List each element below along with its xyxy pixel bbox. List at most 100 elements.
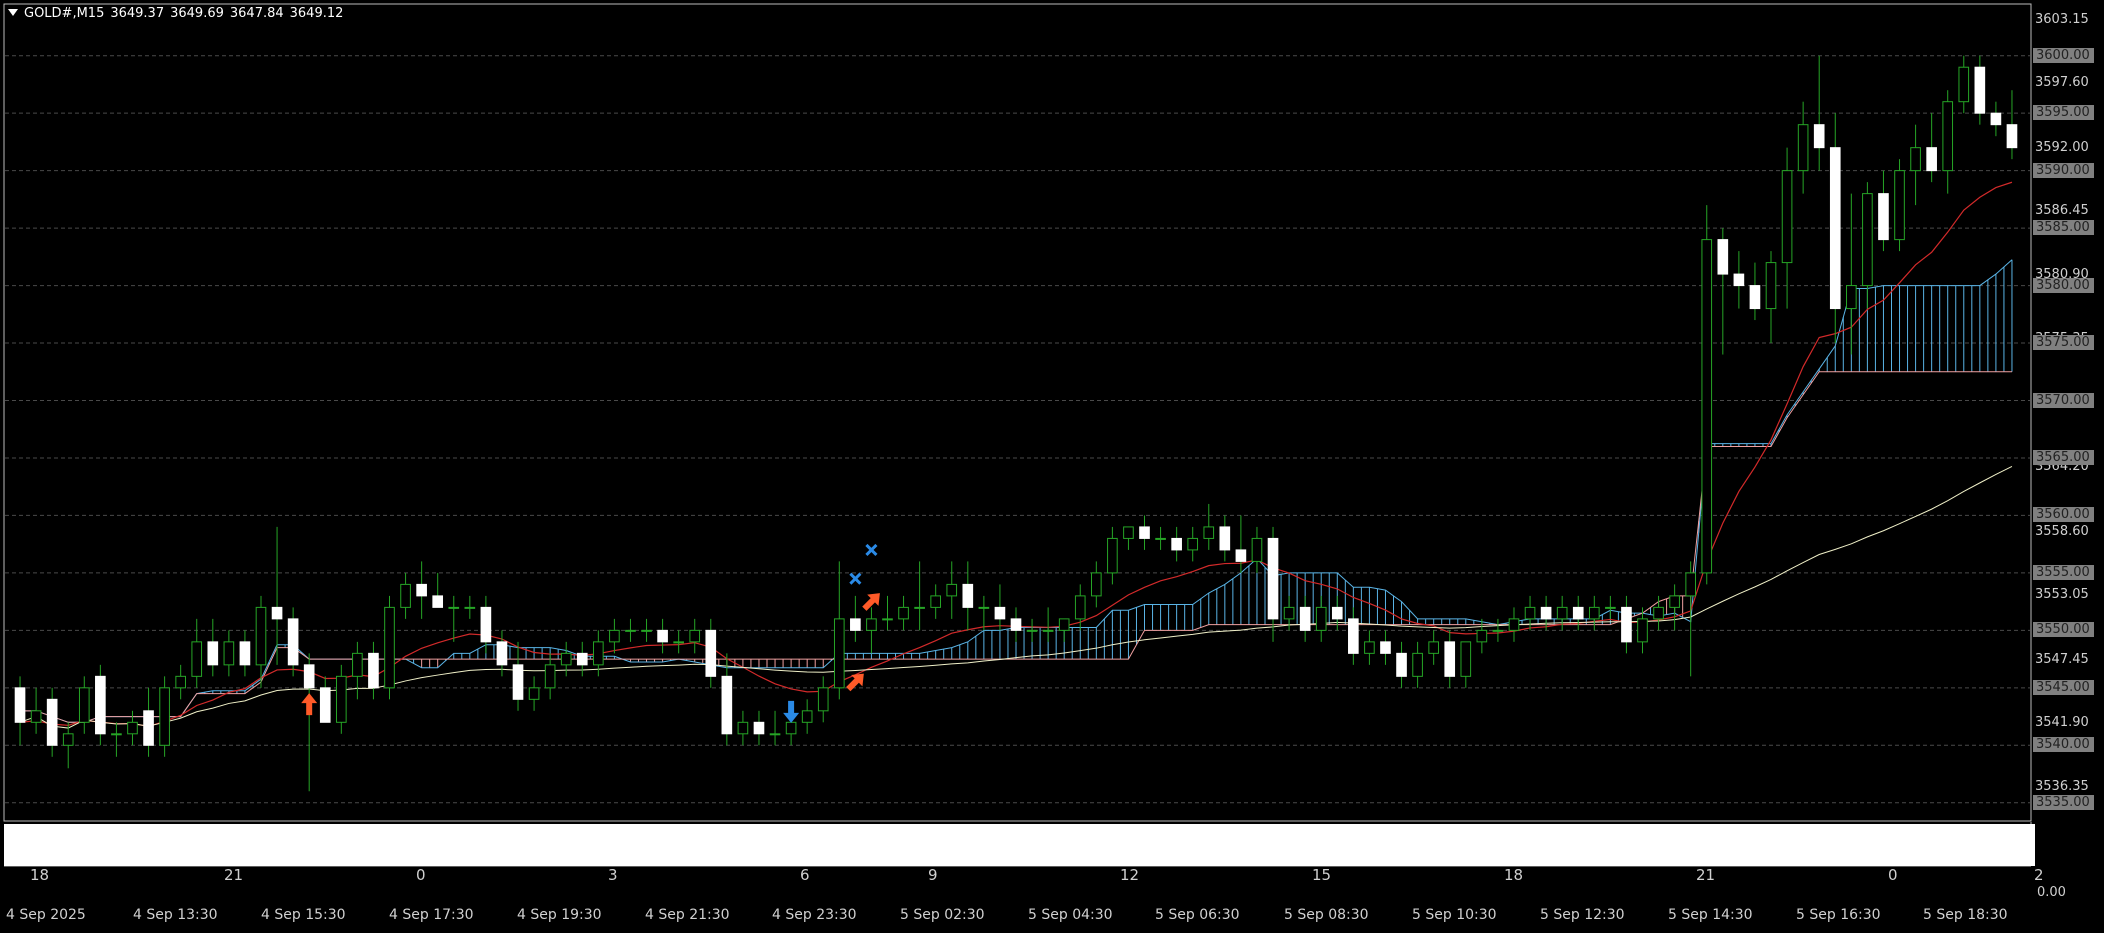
time-hour-label: 6: [800, 866, 810, 884]
candle: [1412, 641, 1423, 688]
candle-body-bear: [1235, 549, 1247, 562]
time-date-label: 4 Sep 17:30: [389, 907, 474, 923]
candle: [1974, 55, 1986, 125]
time-date-label: 5 Sep 16:30: [1796, 907, 1881, 923]
candle: [657, 618, 668, 654]
candle-body-bear: [1299, 606, 1311, 631]
candle-body-bear: [303, 664, 315, 689]
candle: [978, 595, 990, 631]
price-chart[interactable]: [0, 0, 2104, 933]
indicator-subwindow[interactable]: [4, 824, 2035, 866]
candle-body-bear: [271, 606, 283, 620]
candle-body-bull: [1155, 537, 1166, 540]
candle: [464, 595, 476, 619]
candle-body-bear: [705, 629, 717, 677]
candle-body-bull: [1910, 147, 1921, 172]
candle: [817, 676, 829, 723]
candle-body-bear: [721, 675, 733, 735]
price-scale-label: 3558.60: [2035, 523, 2089, 539]
candle-body-bull: [1026, 629, 1038, 632]
candle-body-bull: [1058, 618, 1070, 631]
candle: [1862, 182, 1873, 309]
candle: [1926, 113, 1937, 183]
candle-body-bull: [785, 721, 797, 735]
candle: [673, 630, 684, 654]
price-level-label: 3570.00: [2033, 392, 2094, 408]
candle-body-bull: [1412, 652, 1423, 677]
candle: [1878, 170, 1889, 252]
candle: [432, 572, 444, 608]
candle: [1701, 205, 1713, 585]
candle: [962, 561, 974, 631]
candle-body-bull: [737, 721, 749, 735]
candle: [78, 676, 90, 734]
candle-body-bear: [1572, 606, 1584, 620]
candle: [1653, 595, 1664, 631]
candle-body-bear: [46, 698, 58, 746]
candle-body-bear: [753, 721, 765, 735]
time-date-label: 4 Sep 23:30: [772, 907, 857, 923]
time-hour-label: 2: [2034, 866, 2044, 884]
candle-body-bear: [512, 664, 524, 700]
candle-body-bull: [62, 733, 74, 746]
buy-arrow-diagonal-icon: [846, 673, 864, 692]
candle: [1428, 630, 1439, 665]
candle: [898, 595, 909, 631]
buy-arrow-shape: [862, 593, 880, 611]
candle: [1155, 526, 1166, 550]
candle-body-bull: [882, 618, 893, 621]
candle: [143, 687, 154, 757]
candle-body-bear: [962, 583, 974, 608]
candle: [368, 641, 379, 700]
candle: [319, 676, 331, 723]
candle-body-bear: [1219, 526, 1231, 551]
candle: [1524, 595, 1536, 631]
candle: [1251, 526, 1263, 573]
chart-window[interactable]: GOLD#,M15 3649.37 3649.69 3647.84 3649.12 36…: [0, 0, 2104, 933]
candle: [1315, 595, 1327, 642]
candle-body-bull: [384, 606, 395, 689]
candle-body-bull: [352, 652, 363, 677]
time-date-label: 4 Sep 2025: [6, 907, 86, 923]
candle: [46, 687, 58, 757]
candle-body-bear: [1331, 606, 1343, 620]
candle-body-bull: [1524, 606, 1536, 620]
candle-body-bear: [1171, 537, 1182, 551]
dropdown-triangle-icon[interactable]: [8, 9, 18, 16]
candle-body-bull: [1637, 618, 1648, 643]
candle: [159, 676, 170, 757]
candle-body-bull: [1605, 606, 1616, 609]
candle: [528, 676, 540, 711]
candle-body-bull: [1765, 262, 1777, 310]
price-level-label: 3535.00: [2033, 794, 2094, 810]
candle-body-bull: [1862, 193, 1873, 287]
candle: [833, 561, 845, 700]
candle: [1605, 595, 1616, 619]
candle-body-bull: [1283, 606, 1295, 620]
time-hour-label: 18: [30, 866, 50, 884]
subwindow-scale-label: 0.00: [2037, 885, 2066, 900]
candle-body-bear: [1829, 147, 1841, 310]
candle-body-bull: [673, 641, 684, 644]
candle: [1235, 515, 1247, 573]
candle-body-bear: [1540, 606, 1552, 620]
candle-body-bear: [239, 641, 251, 666]
candle: [303, 653, 315, 792]
candle-body-bull: [978, 606, 990, 609]
candle-body-bear: [1380, 641, 1391, 654]
candle-body-bull: [1315, 606, 1327, 631]
candle-body-bull: [223, 641, 235, 666]
candle-body-bear: [850, 618, 861, 631]
exit-cross-icon: [849, 572, 862, 585]
candle: [287, 607, 299, 677]
candle: [1492, 618, 1504, 642]
candle-body-bull: [335, 675, 347, 723]
candle: [1042, 607, 1054, 642]
buy-arrow-shape: [301, 693, 318, 716]
time-hour-label: 18: [1504, 866, 1524, 884]
candle: [207, 618, 219, 677]
time-date-label: 5 Sep 08:30: [1284, 907, 1369, 923]
candle-body-bear: [1139, 526, 1150, 539]
candle-body-bear: [657, 629, 668, 643]
price-scale-label: 3553.05: [2035, 587, 2089, 603]
